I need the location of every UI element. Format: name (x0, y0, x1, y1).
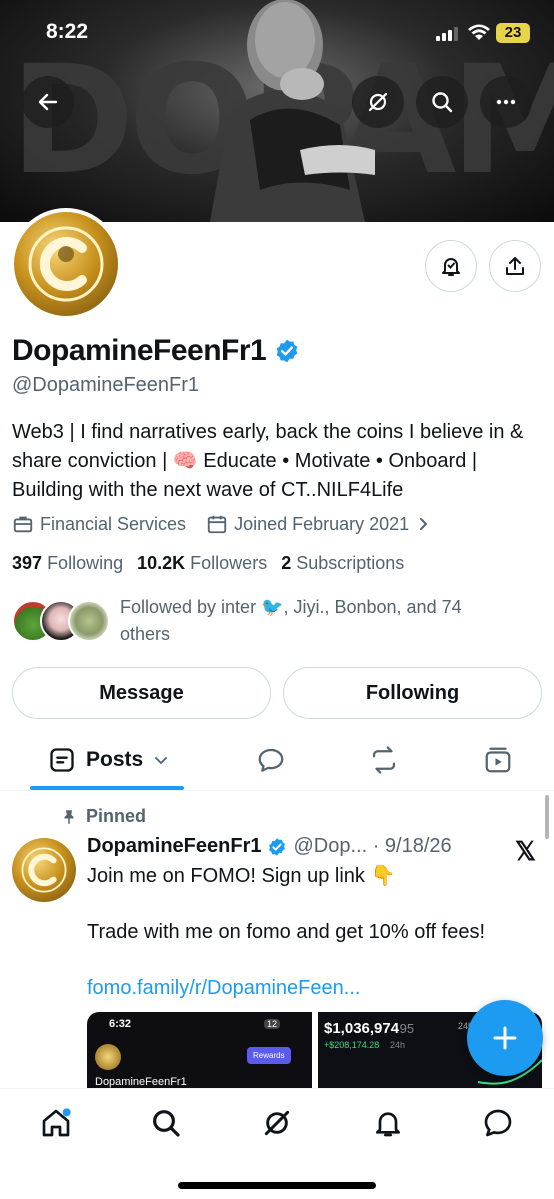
compose-button[interactable] (467, 1000, 543, 1076)
media-icon (485, 747, 511, 773)
tab-replies[interactable] (256, 730, 286, 790)
search-icon (432, 92, 453, 113)
following-label: Following (47, 553, 124, 573)
chevron-right-icon[interactable] (415, 516, 431, 532)
media1-name: DopamineFeenFr1 (95, 1076, 187, 1088)
status-time: 8:22 (46, 20, 89, 43)
pin-icon (64, 809, 74, 824)
verified-badge-icon[interactable] (274, 338, 300, 364)
following-count: 397 (12, 553, 43, 573)
followed-by[interactable]: Followed by inter 🐦, Jiyi., Bonbon, and … (12, 594, 542, 648)
profile-name: DopamineFeenFr1 (12, 334, 300, 368)
post-media-1[interactable]: 6:32 12 Rewards DopamineFeenFr1 (87, 1012, 312, 1090)
notifications-subscribe-button[interactable] (425, 240, 477, 292)
pinned-text: Pinned (86, 806, 147, 826)
chat-bubble-icon (484, 1109, 512, 1137)
followers-label: Followers (190, 553, 268, 573)
tab-reposts[interactable] (369, 730, 399, 790)
profile-meta: Financial Services Joined February 2021 (12, 513, 431, 535)
reply-bubble-icon (258, 748, 284, 772)
media2-cents: .95 (396, 1021, 415, 1036)
media1-badge: 12 (264, 1019, 281, 1029)
media2-value: $1,036,974 (324, 1020, 400, 1037)
post-link[interactable]: fomo.family/r/DopamineFeen... (87, 974, 537, 1002)
post-author-name[interactable]: DopamineFeenFr1 (87, 835, 261, 858)
home-indicator (178, 1182, 376, 1189)
tab-posts-label: Posts (86, 748, 144, 771)
grok-button[interactable] (352, 76, 404, 128)
battery-indicator: 23 (496, 23, 530, 43)
search-button[interactable] (416, 76, 468, 128)
post-author-avatar[interactable] (12, 838, 76, 902)
status-bar: 8:22 23 (0, 0, 554, 64)
nav-grok[interactable] (257, 1103, 297, 1143)
profile-banner[interactable]: DOPAMINEFEEN 8:22 23 (0, 0, 554, 222)
media2-change: +$208,174.28 (324, 1040, 380, 1050)
following-stat[interactable]: 397 Following (12, 553, 123, 574)
followers-count: 10.2K (137, 553, 186, 573)
plus-icon (493, 1026, 517, 1050)
subscriptions-stat[interactable]: 2 Subscriptions (281, 553, 404, 574)
following-button[interactable]: Following (283, 667, 542, 719)
profile-joined: Joined February 2021 (234, 513, 410, 534)
nav-notifications[interactable] (368, 1103, 408, 1143)
grok-icon (264, 1110, 290, 1136)
nav-home[interactable] (36, 1103, 76, 1143)
profile-name-text: DopamineFeenFr1 (12, 334, 267, 367)
nav-search[interactable] (146, 1103, 186, 1143)
more-button[interactable] (480, 76, 532, 128)
more-icon (496, 99, 516, 105)
post-meta: @Dop... · 9/18/26 (293, 835, 452, 857)
message-button[interactable]: Message (12, 667, 271, 719)
scrollbar[interactable] (545, 795, 549, 839)
followers-stat[interactable]: 10.2K Followers (137, 553, 267, 574)
subscriptions-count: 2 (281, 553, 292, 573)
chevron-down-icon[interactable] (153, 752, 169, 768)
followed-by-text: Followed by inter 🐦, Jiyi., Bonbon, and … (120, 597, 462, 644)
tab-media[interactable] (483, 730, 513, 790)
media2-period: 24h (390, 1040, 406, 1050)
tabs-divider (0, 790, 554, 791)
profile-handle: @DopamineFeenFr1 (12, 374, 200, 396)
profile-bio: Web3 | I find narratives early, back the… (12, 421, 524, 501)
grok-icon (368, 92, 388, 112)
bell-plus-icon (442, 258, 460, 276)
repost-icon (372, 746, 396, 774)
share-icon (506, 257, 524, 275)
media1-avatar (95, 1044, 121, 1070)
briefcase-icon (13, 516, 33, 533)
pinned-label: Pinned (60, 806, 146, 827)
subscriptions-label: Subscriptions (296, 553, 405, 573)
post-text-line2: Trade with me on fomo and get 10% off fe… (87, 921, 486, 943)
back-button[interactable] (22, 76, 74, 128)
search-icon (153, 1110, 180, 1137)
profile-tabs: Posts (0, 730, 554, 790)
follower-avatar-3 (68, 600, 110, 642)
media1-time: 6:32 (109, 1018, 132, 1030)
signal-icon (436, 27, 458, 41)
post-body[interactable]: Join me on FOMO! Sign up link 👇 Trade wi… (87, 862, 537, 1002)
profile-avatar[interactable] (10, 208, 122, 320)
verified-badge-icon (269, 837, 286, 856)
tab-posts[interactable]: Posts (48, 730, 169, 790)
post-text-line1: Join me on FOMO! Sign up link 👇 (87, 865, 396, 887)
posts-icon (50, 748, 74, 772)
calendar-icon (207, 515, 227, 534)
coin-logo-icon (21, 847, 67, 893)
wifi-icon (468, 24, 490, 40)
media1-rewards: Rewards (247, 1047, 291, 1064)
share-button[interactable] (489, 240, 541, 292)
nav-messages[interactable] (478, 1103, 518, 1143)
post-header: DopamineFeenFr1 @Dop... · 9/18/26 (87, 835, 452, 858)
arrow-left-icon (38, 93, 58, 111)
profile-category[interactable]: Financial Services (40, 514, 186, 535)
home-icon (42, 1108, 71, 1137)
profile-stats: 397 Following 10.2K Followers 2 Subscrip… (12, 553, 404, 574)
bell-icon (376, 1112, 400, 1137)
coin-logo-icon (28, 226, 104, 302)
